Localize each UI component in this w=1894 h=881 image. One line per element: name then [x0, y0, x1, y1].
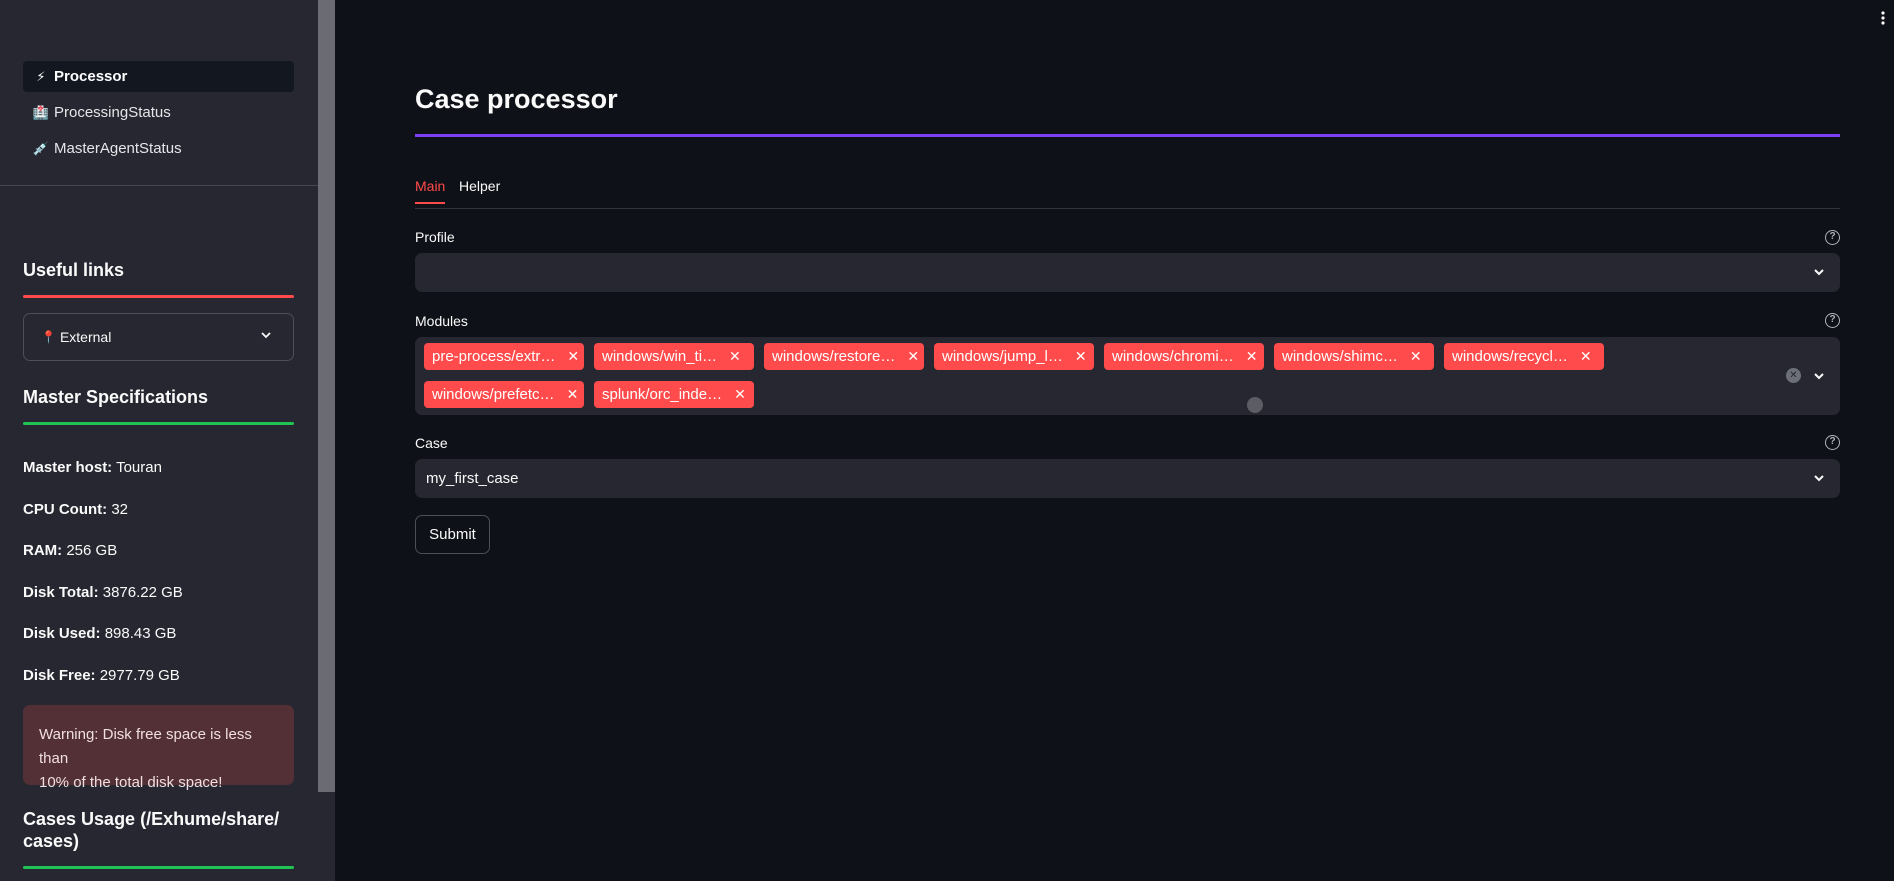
spec-disk-free: Disk Free: 2977.79 GB — [23, 667, 180, 684]
hospital-icon: 🏥 — [32, 104, 50, 120]
modules-multiselect[interactable]: pre-process/extr… ✕ windows/win_ti… ✕ wi… — [415, 337, 1840, 415]
module-tag[interactable]: windows/recycl… ✕ — [1444, 343, 1604, 370]
tab-bar: Main Helper — [415, 178, 1840, 209]
module-tag[interactable]: windows/shimc… ✕ — [1274, 343, 1434, 370]
module-tag[interactable]: pre-process/extr… ✕ — [424, 343, 584, 370]
module-tag-label: windows/prefetc… — [432, 386, 555, 403]
module-tag-label: windows/restore… — [772, 348, 896, 365]
module-tag-label: windows/chromi… — [1112, 348, 1234, 365]
mouse-cursor — [1247, 397, 1263, 413]
spec-cpu-count: CPU Count: 32 — [23, 501, 128, 518]
remove-tag-icon[interactable]: ✕ — [729, 348, 741, 365]
remove-tag-icon[interactable]: ✕ — [907, 348, 919, 365]
master-specs-title: Master Specifications — [23, 387, 209, 407]
kebab-menu-icon[interactable] — [1880, 10, 1886, 26]
nav-item-label: MasterAgentStatus — [54, 140, 182, 157]
chevron-down-icon — [261, 332, 271, 339]
spec-value: 898.43 GB — [104, 625, 177, 642]
module-tag[interactable]: windows/chromi… ✕ — [1104, 343, 1264, 370]
tab-main[interactable]: Main — [415, 178, 446, 204]
spec-value: 3876.22 GB — [102, 584, 183, 601]
nav-item-processing-status[interactable]: 🏥 ProcessingStatus — [23, 97, 294, 128]
syringe-icon: 💉 — [32, 140, 50, 156]
sidebar-scrollbar-thumb[interactable] — [318, 0, 335, 792]
module-tag[interactable]: windows/jump_l… ✕ — [934, 343, 1094, 370]
case-label: Case — [415, 435, 448, 451]
case-select[interactable]: my_first_case — [415, 459, 1840, 498]
remove-tag-icon[interactable]: ✕ — [1410, 348, 1422, 365]
module-tag-label: windows/shimc… — [1282, 348, 1398, 365]
sidebar: ⚡ Processor 🏥 ProcessingStatus 💉 MasterA… — [0, 0, 318, 881]
modules-label: Modules — [415, 313, 468, 329]
remove-tag-icon[interactable]: ✕ — [1246, 348, 1258, 365]
external-links-select[interactable]: 📍 External — [23, 313, 294, 361]
cases-usage-title: Cases Usage (/Exhume/share/ cases) — [23, 808, 279, 852]
module-tag-label: windows/win_ti… — [602, 348, 718, 365]
spec-label: Disk Used: — [23, 625, 101, 642]
remove-tag-icon[interactable]: ✕ — [1580, 348, 1592, 365]
submit-button[interactable]: Submit — [415, 515, 490, 554]
sidebar-nav: ⚡ Processor 🏥 ProcessingStatus 💉 MasterA… — [23, 61, 294, 169]
chevron-down-icon[interactable] — [1812, 369, 1826, 383]
spec-value: 256 GB — [66, 542, 118, 559]
nav-item-label: Processor — [54, 68, 128, 85]
nav-divider — [0, 185, 318, 186]
useful-links-rule — [23, 295, 294, 298]
remove-tag-icon[interactable]: ✕ — [1075, 348, 1087, 365]
page-title: Case processor — [415, 84, 618, 114]
help-icon[interactable]: ? — [1825, 230, 1840, 245]
module-tag-label: splunk/orc_inde… — [602, 386, 723, 403]
sidebar-scrollbar[interactable] — [318, 0, 335, 881]
help-icon[interactable]: ? — [1825, 435, 1840, 450]
help-icon[interactable]: ? — [1825, 313, 1840, 328]
spec-label: Disk Free: — [23, 667, 96, 684]
spec-master-host: Master host: Touran — [23, 459, 162, 476]
cases-usage-title-line: cases) — [23, 831, 80, 851]
warning-text-line: 10% of the total disk space! — [39, 774, 223, 791]
master-specs-rule — [23, 422, 294, 425]
nav-item-processor[interactable]: ⚡ Processor — [23, 61, 294, 92]
profile-label: Profile — [415, 229, 455, 245]
spec-disk-total: Disk Total: 3876.22 GB — [23, 584, 183, 601]
spec-label: Disk Total: — [23, 584, 99, 601]
case-value: my_first_case — [426, 470, 519, 487]
spec-label: CPU Count: — [23, 501, 108, 518]
profile-select[interactable] — [415, 253, 1840, 292]
spec-ram: RAM: 256 GB — [23, 542, 117, 559]
module-tag-label: windows/recycl… — [1452, 348, 1568, 365]
spec-value: Touran — [116, 459, 162, 476]
nav-item-master-agent-status[interactable]: 💉 MasterAgentStatus — [23, 133, 294, 164]
module-tag[interactable]: splunk/orc_inde… ✕ — [594, 381, 754, 408]
clear-all-icon[interactable]: ✕ — [1786, 368, 1801, 383]
external-links-value: External — [59, 329, 112, 345]
remove-tag-icon[interactable]: ✕ — [567, 386, 579, 403]
title-rule — [415, 134, 1840, 137]
spec-value: 32 — [111, 501, 129, 518]
chevron-down-icon — [1814, 475, 1824, 482]
cases-usage-rule — [23, 866, 294, 869]
nav-item-label: ProcessingStatus — [54, 104, 171, 121]
warning-text-line: Warning: Disk free space is less than — [39, 726, 252, 767]
spec-label: RAM: — [23, 542, 63, 559]
module-tag[interactable]: windows/win_ti… ✕ — [594, 343, 754, 370]
module-tag[interactable]: windows/restore… ✕ — [764, 343, 924, 370]
pushpin-icon: 📍 — [41, 330, 56, 344]
lightning-icon: ⚡ — [36, 68, 46, 84]
chevron-down-icon — [1814, 269, 1824, 276]
spec-disk-used: Disk Used: 898.43 GB — [23, 625, 176, 642]
module-tag-label: windows/jump_l… — [942, 348, 1063, 365]
module-tag-label: pre-process/extr… — [432, 348, 556, 365]
remove-tag-icon[interactable]: ✕ — [567, 348, 579, 365]
cases-usage-title-line: Cases Usage (/Exhume/share/ — [23, 809, 280, 829]
remove-tag-icon[interactable]: ✕ — [734, 386, 746, 403]
tab-helper[interactable]: Helper — [459, 178, 500, 202]
spec-label: Master host: — [23, 459, 113, 476]
module-tag[interactable]: windows/prefetc… ✕ — [424, 381, 584, 408]
useful-links-title: Useful links — [23, 260, 125, 280]
spec-value: 2977.79 GB — [99, 667, 180, 684]
disk-space-warning: Warning: Disk free space is less than 10… — [23, 705, 294, 791]
